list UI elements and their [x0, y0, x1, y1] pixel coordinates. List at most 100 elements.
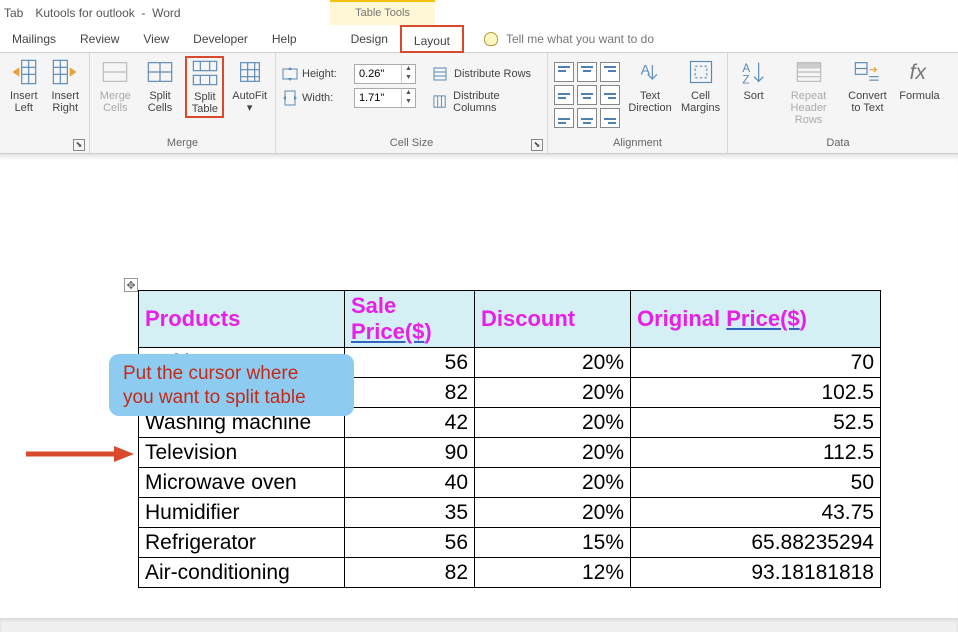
width-input[interactable]	[355, 89, 401, 107]
cell-original[interactable]: 65.88235294	[631, 528, 881, 558]
sort-button[interactable]: AZ Sort	[734, 56, 773, 102]
cell-discount[interactable]: 20%	[475, 438, 631, 468]
cell-original[interactable]: 50	[631, 468, 881, 498]
convert-to-text-button[interactable]: Convert to Text	[844, 56, 891, 114]
align-top-center[interactable]	[577, 62, 597, 82]
svg-text:A: A	[641, 61, 651, 77]
cell-discount[interactable]: 20%	[475, 468, 631, 498]
title-bar: Tab Kutools for outlook - Word Table Too…	[0, 0, 958, 25]
formula-button[interactable]: fx Formula	[897, 56, 942, 102]
cellsize-dialog-launcher[interactable]: ⬊	[531, 139, 543, 151]
col-sale: Sale Price($)	[345, 291, 475, 348]
table-row[interactable]: Television9020%112.5	[139, 438, 881, 468]
align-bot-center[interactable]	[577, 108, 597, 128]
cell-sale[interactable]: 90	[345, 438, 475, 468]
tab-help[interactable]: Help	[260, 25, 309, 53]
cell-margins-icon	[687, 58, 715, 86]
tab-mailings[interactable]: Mailings	[0, 25, 68, 53]
tab-developer[interactable]: Developer	[181, 25, 260, 53]
height-up[interactable]: ▲	[402, 65, 415, 74]
cell-discount[interactable]: 12%	[475, 558, 631, 588]
tab-layout[interactable]: Layout	[400, 25, 464, 53]
cell-original[interactable]: 52.5	[631, 408, 881, 438]
sort-icon: AZ	[740, 58, 768, 86]
table-row[interactable]: Humidifier3520%43.75	[139, 498, 881, 528]
cell-original[interactable]: 43.75	[631, 498, 881, 528]
table-move-handle[interactable]: ✥	[124, 278, 138, 292]
cell-product[interactable]: Microwave oven	[139, 468, 345, 498]
cell-original[interactable]: 102.5	[631, 378, 881, 408]
cell-discount[interactable]: 20%	[475, 378, 631, 408]
tell-me-search[interactable]: Tell me what you want to do	[484, 32, 654, 46]
width-spinner[interactable]: ▲▼	[354, 88, 416, 108]
tell-me-placeholder: Tell me what you want to do	[506, 32, 654, 46]
split-table-button[interactable]: Split Table	[185, 56, 224, 118]
cell-discount[interactable]: 20%	[475, 498, 631, 528]
ribbon-tabs: Mailings Review View Developer Help Desi…	[0, 25, 958, 53]
split-cells-button[interactable]: Split Cells	[141, 56, 180, 114]
cell-discount[interactable]: 15%	[475, 528, 631, 558]
rows-cols-dialog-launcher[interactable]: ⬊	[73, 139, 85, 151]
cell-original[interactable]: 93.18181818	[631, 558, 881, 588]
cell-sale[interactable]: 56	[345, 348, 475, 378]
tab-review[interactable]: Review	[68, 25, 131, 53]
repeat-header-button: Repeat Header Rows	[779, 56, 838, 126]
cell-product[interactable]: Refrigerator	[139, 528, 345, 558]
insert-right-button[interactable]: Insert Right	[48, 56, 84, 114]
page[interactable]: ✥ Products Sale Price($) Discount Origin…	[16, 174, 941, 624]
tab-design[interactable]: Design	[339, 25, 400, 53]
table-row[interactable]: Air-conditioning8212%93.18181818	[139, 558, 881, 588]
align-mid-right[interactable]	[600, 85, 620, 105]
cell-margins-button[interactable]: Cell Margins	[680, 56, 721, 114]
width-down[interactable]: ▼	[402, 98, 415, 107]
distribute-rows-button[interactable]: Distribute Rows	[432, 66, 541, 82]
split-table-icon	[191, 59, 219, 87]
cell-product[interactable]: Television	[139, 438, 345, 468]
group-cell-size: Height: ▲▼ Width: ▲▼	[276, 53, 548, 153]
autofit-icon	[236, 58, 264, 86]
height-spinner[interactable]: ▲▼	[354, 64, 416, 84]
height-input[interactable]	[355, 65, 401, 83]
table-row[interactable]: Microwave oven4020%50	[139, 468, 881, 498]
cell-sale[interactable]: 56	[345, 528, 475, 558]
tab-view[interactable]: View	[131, 25, 181, 53]
align-mid-center[interactable]	[577, 85, 597, 105]
align-bot-left[interactable]	[554, 108, 574, 128]
table-row[interactable]: Refrigerator5615%65.88235294	[139, 528, 881, 558]
arrow-annotation	[26, 444, 136, 464]
align-bot-right[interactable]	[600, 108, 620, 128]
cell-original[interactable]: 70	[631, 348, 881, 378]
height-down[interactable]: ▼	[402, 74, 415, 83]
cell-sale[interactable]: 35	[345, 498, 475, 528]
products-table[interactable]: Products Sale Price($) Discount Original…	[138, 290, 881, 588]
cell-sale[interactable]: 82	[345, 378, 475, 408]
insert-left-button[interactable]: Insert Left	[6, 56, 42, 114]
cell-discount[interactable]: 20%	[475, 348, 631, 378]
cell-sale[interactable]: 40	[345, 468, 475, 498]
document-title: Kutools for outlook - Word	[35, 6, 180, 20]
insert-right-icon	[51, 58, 79, 86]
align-top-left[interactable]	[554, 62, 574, 82]
cell-sale[interactable]: 42	[345, 408, 475, 438]
cell-original[interactable]: 112.5	[631, 438, 881, 468]
svg-text:fx: fx	[910, 61, 928, 84]
formula-icon: fx	[905, 58, 933, 86]
title-tab-label[interactable]: Tab	[4, 6, 23, 20]
cell-sale[interactable]: 82	[345, 558, 475, 588]
distribute-columns-button[interactable]: Distribute Columns	[432, 90, 541, 114]
height-icon	[282, 66, 298, 82]
group-label-merge: Merge	[96, 135, 269, 153]
cell-product[interactable]: Humidifier	[139, 498, 345, 528]
align-mid-left[interactable]	[554, 85, 574, 105]
table-header-row[interactable]: Products Sale Price($) Discount Original…	[139, 291, 881, 348]
autofit-button[interactable]: AutoFit▾	[230, 56, 269, 114]
cell-product[interactable]: Air-conditioning	[139, 558, 345, 588]
document-area[interactable]: ✥ Products Sale Price($) Discount Origin…	[0, 154, 958, 632]
horizontal-scrollbar[interactable]	[0, 618, 958, 632]
text-direction-button[interactable]: A Text Direction	[626, 56, 674, 114]
chevron-down-icon: ▾	[247, 102, 253, 114]
align-top-right[interactable]	[600, 62, 620, 82]
width-up[interactable]: ▲	[402, 89, 415, 98]
svg-text:Z: Z	[742, 74, 749, 86]
cell-discount[interactable]: 20%	[475, 408, 631, 438]
